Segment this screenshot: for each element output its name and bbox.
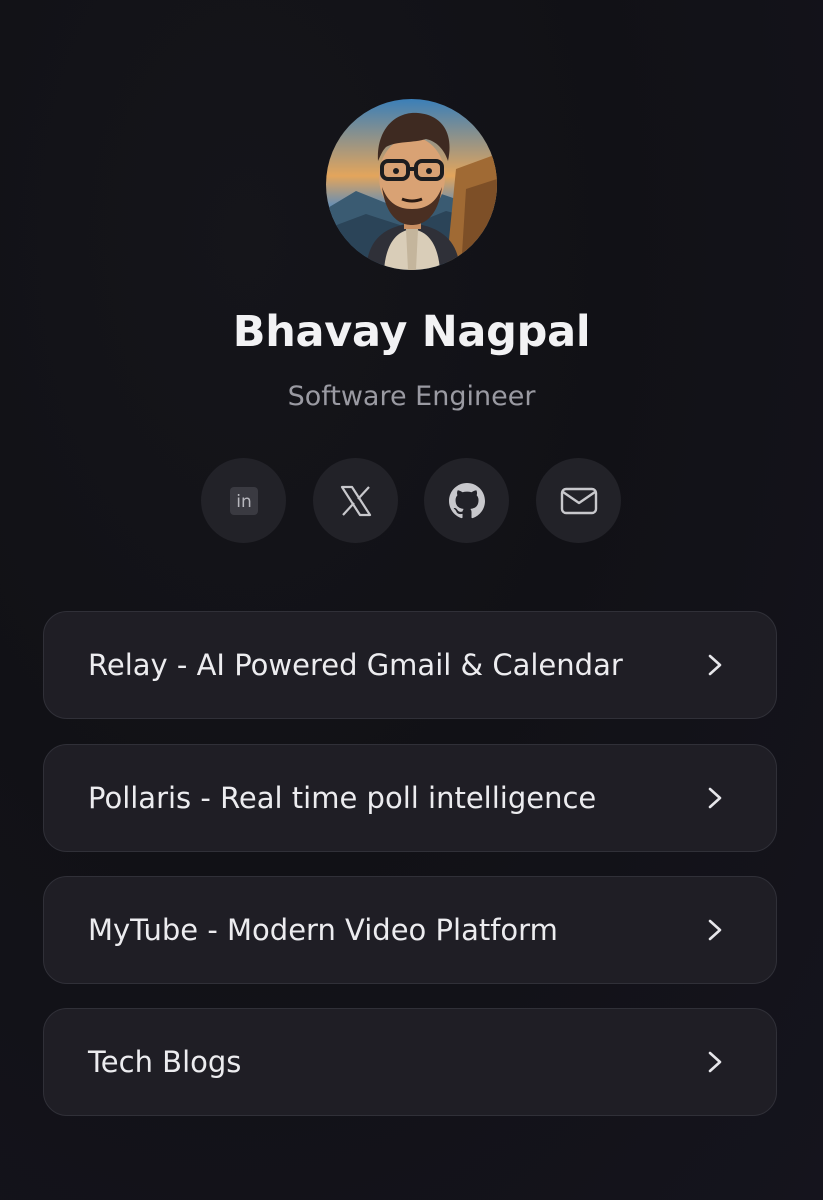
link-label: MyTube - Modern Video Platform	[88, 913, 558, 947]
linkedin-icon: in	[229, 486, 258, 515]
profile-title: Software Engineer	[287, 381, 536, 412]
link-label: Relay - AI Powered Gmail & Calendar	[88, 648, 623, 682]
linkedin-icon-label: in	[236, 492, 252, 512]
chevron-right-icon	[708, 654, 722, 676]
linkedin-button[interactable]: in	[201, 458, 286, 543]
github-button[interactable]	[424, 458, 509, 543]
profile-name: Bhavay Nagpal	[232, 307, 591, 357]
link-label: Tech Blogs	[88, 1045, 242, 1079]
social-links: in	[201, 458, 622, 544]
email-button[interactable]	[536, 458, 621, 543]
chevron-right-icon	[708, 1051, 722, 1073]
x-twitter-button[interactable]	[313, 458, 398, 543]
link-card-mytube[interactable]: MyTube - Modern Video Platform	[43, 876, 777, 984]
chevron-right-icon	[708, 787, 722, 809]
avatar	[326, 99, 497, 270]
avatar-illustration	[326, 99, 497, 270]
link-card-pollaris[interactable]: Pollaris - Real time poll intelligence	[43, 744, 777, 852]
link-card-relay[interactable]: Relay - AI Powered Gmail & Calendar	[43, 611, 777, 719]
x-twitter-icon	[340, 485, 371, 516]
profile-page: Bhavay Nagpal Software Engineer in Relay…	[0, 0, 823, 1200]
mail-icon	[560, 487, 597, 514]
github-icon	[448, 482, 485, 518]
link-card-tech-blogs[interactable]: Tech Blogs	[43, 1008, 777, 1116]
chevron-right-icon	[708, 919, 722, 941]
link-label: Pollaris - Real time poll intelligence	[88, 781, 597, 815]
